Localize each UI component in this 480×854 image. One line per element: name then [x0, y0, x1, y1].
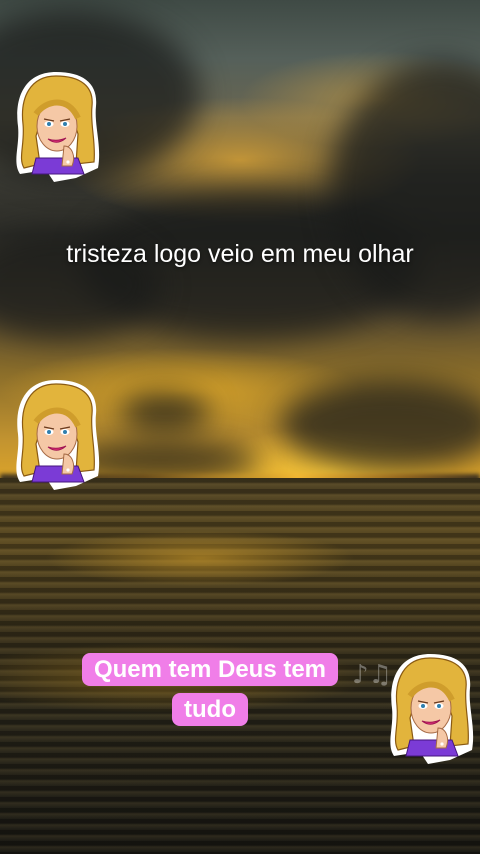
woman-cartoon-sticker [6, 66, 106, 184]
cloud [120, 392, 210, 432]
caption-text: tristeza logo veio em meu olhar [66, 240, 414, 268]
woman-cartoon-sticker [6, 374, 106, 492]
woman-cartoon-sticker [380, 648, 480, 766]
highlight-text: Quem tem Deus tem tudo [81, 653, 339, 726]
highlight-caption: Quem tem Deus tem tudo [60, 650, 360, 730]
